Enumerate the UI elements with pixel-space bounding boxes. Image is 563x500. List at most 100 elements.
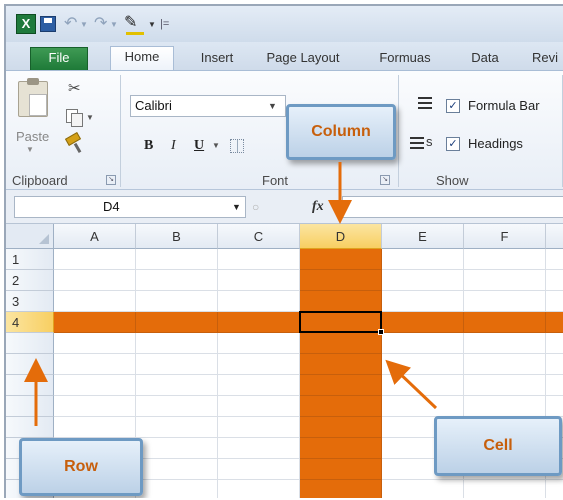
- formula-bar-resize-handle[interactable]: ○: [246, 196, 276, 218]
- cell[interactable]: [218, 375, 300, 396]
- cell[interactable]: [464, 312, 546, 333]
- cell[interactable]: [382, 270, 464, 291]
- cell[interactable]: [218, 312, 300, 333]
- cell[interactable]: [300, 459, 382, 480]
- cell[interactable]: [464, 480, 546, 498]
- headings-checkbox[interactable]: ✓: [446, 137, 460, 151]
- cell[interactable]: [464, 354, 546, 375]
- paste-icon[interactable]: [18, 78, 48, 117]
- cell[interactable]: [218, 396, 300, 417]
- cell[interactable]: [218, 249, 300, 270]
- tab-insert[interactable]: Insert: [186, 48, 248, 70]
- cell[interactable]: [464, 270, 546, 291]
- tab-data[interactable]: Data: [460, 48, 510, 70]
- ruler-icon[interactable]: [418, 97, 432, 109]
- cell[interactable]: [218, 417, 300, 438]
- copy-dropdown-icon[interactable]: ▼: [86, 113, 94, 122]
- paste-button-label[interactable]: Paste: [16, 129, 49, 144]
- cell[interactable]: [300, 480, 382, 498]
- cell[interactable]: [54, 270, 136, 291]
- cell[interactable]: [54, 291, 136, 312]
- pen-dropdown-icon[interactable]: ▼: [148, 14, 158, 34]
- cell[interactable]: [546, 270, 563, 291]
- cell[interactable]: [300, 417, 382, 438]
- italic-button[interactable]: I: [171, 135, 176, 157]
- cell[interactable]: [300, 438, 382, 459]
- cell[interactable]: [300, 249, 382, 270]
- cell[interactable]: [464, 291, 546, 312]
- cell[interactable]: [136, 417, 218, 438]
- column-header-b[interactable]: B: [136, 224, 218, 249]
- select-all-button[interactable]: [6, 224, 54, 249]
- cell[interactable]: [464, 396, 546, 417]
- cell[interactable]: [54, 375, 136, 396]
- cell[interactable]: [136, 459, 218, 480]
- column-header[interactable]: [546, 224, 563, 249]
- cell[interactable]: [136, 396, 218, 417]
- column-header-c[interactable]: C: [218, 224, 300, 249]
- excel-logo-icon[interactable]: X: [16, 14, 36, 34]
- cell[interactable]: [54, 312, 136, 333]
- clipboard-launcher-icon[interactable]: ↘: [106, 175, 116, 185]
- active-cell[interactable]: [299, 311, 382, 333]
- gridlines-icon[interactable]: [410, 137, 424, 149]
- cell[interactable]: [382, 333, 464, 354]
- cell[interactable]: [546, 396, 563, 417]
- column-header-a[interactable]: A: [54, 224, 136, 249]
- name-box-dropdown-icon[interactable]: ▼: [232, 196, 241, 218]
- row-header[interactable]: [6, 417, 54, 438]
- cell[interactable]: [136, 270, 218, 291]
- row-header-3[interactable]: 3: [6, 291, 54, 312]
- row-header[interactable]: [6, 396, 54, 417]
- copy-icon[interactable]: [66, 109, 83, 127]
- cell[interactable]: [546, 354, 563, 375]
- cell[interactable]: [218, 291, 300, 312]
- customize-quick-access-icon[interactable]: |=: [160, 14, 172, 34]
- cell[interactable]: [464, 249, 546, 270]
- cell[interactable]: [218, 354, 300, 375]
- cut-icon[interactable]: ✂: [68, 79, 81, 97]
- column-header-d[interactable]: D: [300, 224, 382, 249]
- cell[interactable]: [382, 396, 464, 417]
- cell[interactable]: [546, 312, 563, 333]
- pen-icon[interactable]: ✎: [124, 14, 148, 35]
- cell[interactable]: [136, 312, 218, 333]
- cell[interactable]: [218, 438, 300, 459]
- bold-button[interactable]: B: [144, 135, 153, 157]
- insert-function-icon[interactable]: fx: [312, 196, 324, 218]
- row-header-4[interactable]: 4: [6, 312, 54, 333]
- cell[interactable]: [136, 480, 218, 498]
- fill-handle[interactable]: [378, 329, 384, 335]
- underline-button[interactable]: U: [194, 135, 204, 157]
- cell[interactable]: [464, 333, 546, 354]
- row-header-1[interactable]: 1: [6, 249, 54, 270]
- cell[interactable]: [546, 375, 563, 396]
- cell[interactable]: [218, 270, 300, 291]
- cell[interactable]: [136, 291, 218, 312]
- cell[interactable]: [218, 459, 300, 480]
- cell[interactable]: [382, 249, 464, 270]
- cell[interactable]: [54, 249, 136, 270]
- cell[interactable]: [54, 354, 136, 375]
- underline-dropdown-icon[interactable]: ▼: [212, 135, 220, 157]
- row-header-2[interactable]: 2: [6, 270, 54, 291]
- cell[interactable]: [546, 249, 563, 270]
- cell[interactable]: [300, 333, 382, 354]
- cell[interactable]: [300, 396, 382, 417]
- name-box[interactable]: D4: [14, 196, 246, 218]
- font-name-box[interactable]: Calibri: [130, 95, 286, 117]
- tab-page-layout[interactable]: Page Layout: [256, 48, 350, 70]
- cell[interactable]: [300, 375, 382, 396]
- column-header-f[interactable]: F: [464, 224, 546, 249]
- cell[interactable]: [382, 375, 464, 396]
- cell[interactable]: [54, 333, 136, 354]
- font-dropdown-icon[interactable]: ▼: [268, 95, 277, 117]
- cell[interactable]: [136, 438, 218, 459]
- borders-icon[interactable]: [230, 139, 244, 153]
- cell[interactable]: [300, 270, 382, 291]
- undo-dropdown-icon[interactable]: ▼: [80, 14, 90, 34]
- cell[interactable]: [382, 312, 464, 333]
- format-painter-icon[interactable]: [64, 132, 82, 146]
- row-header[interactable]: [6, 333, 54, 354]
- paste-dropdown-icon[interactable]: ▼: [26, 145, 34, 154]
